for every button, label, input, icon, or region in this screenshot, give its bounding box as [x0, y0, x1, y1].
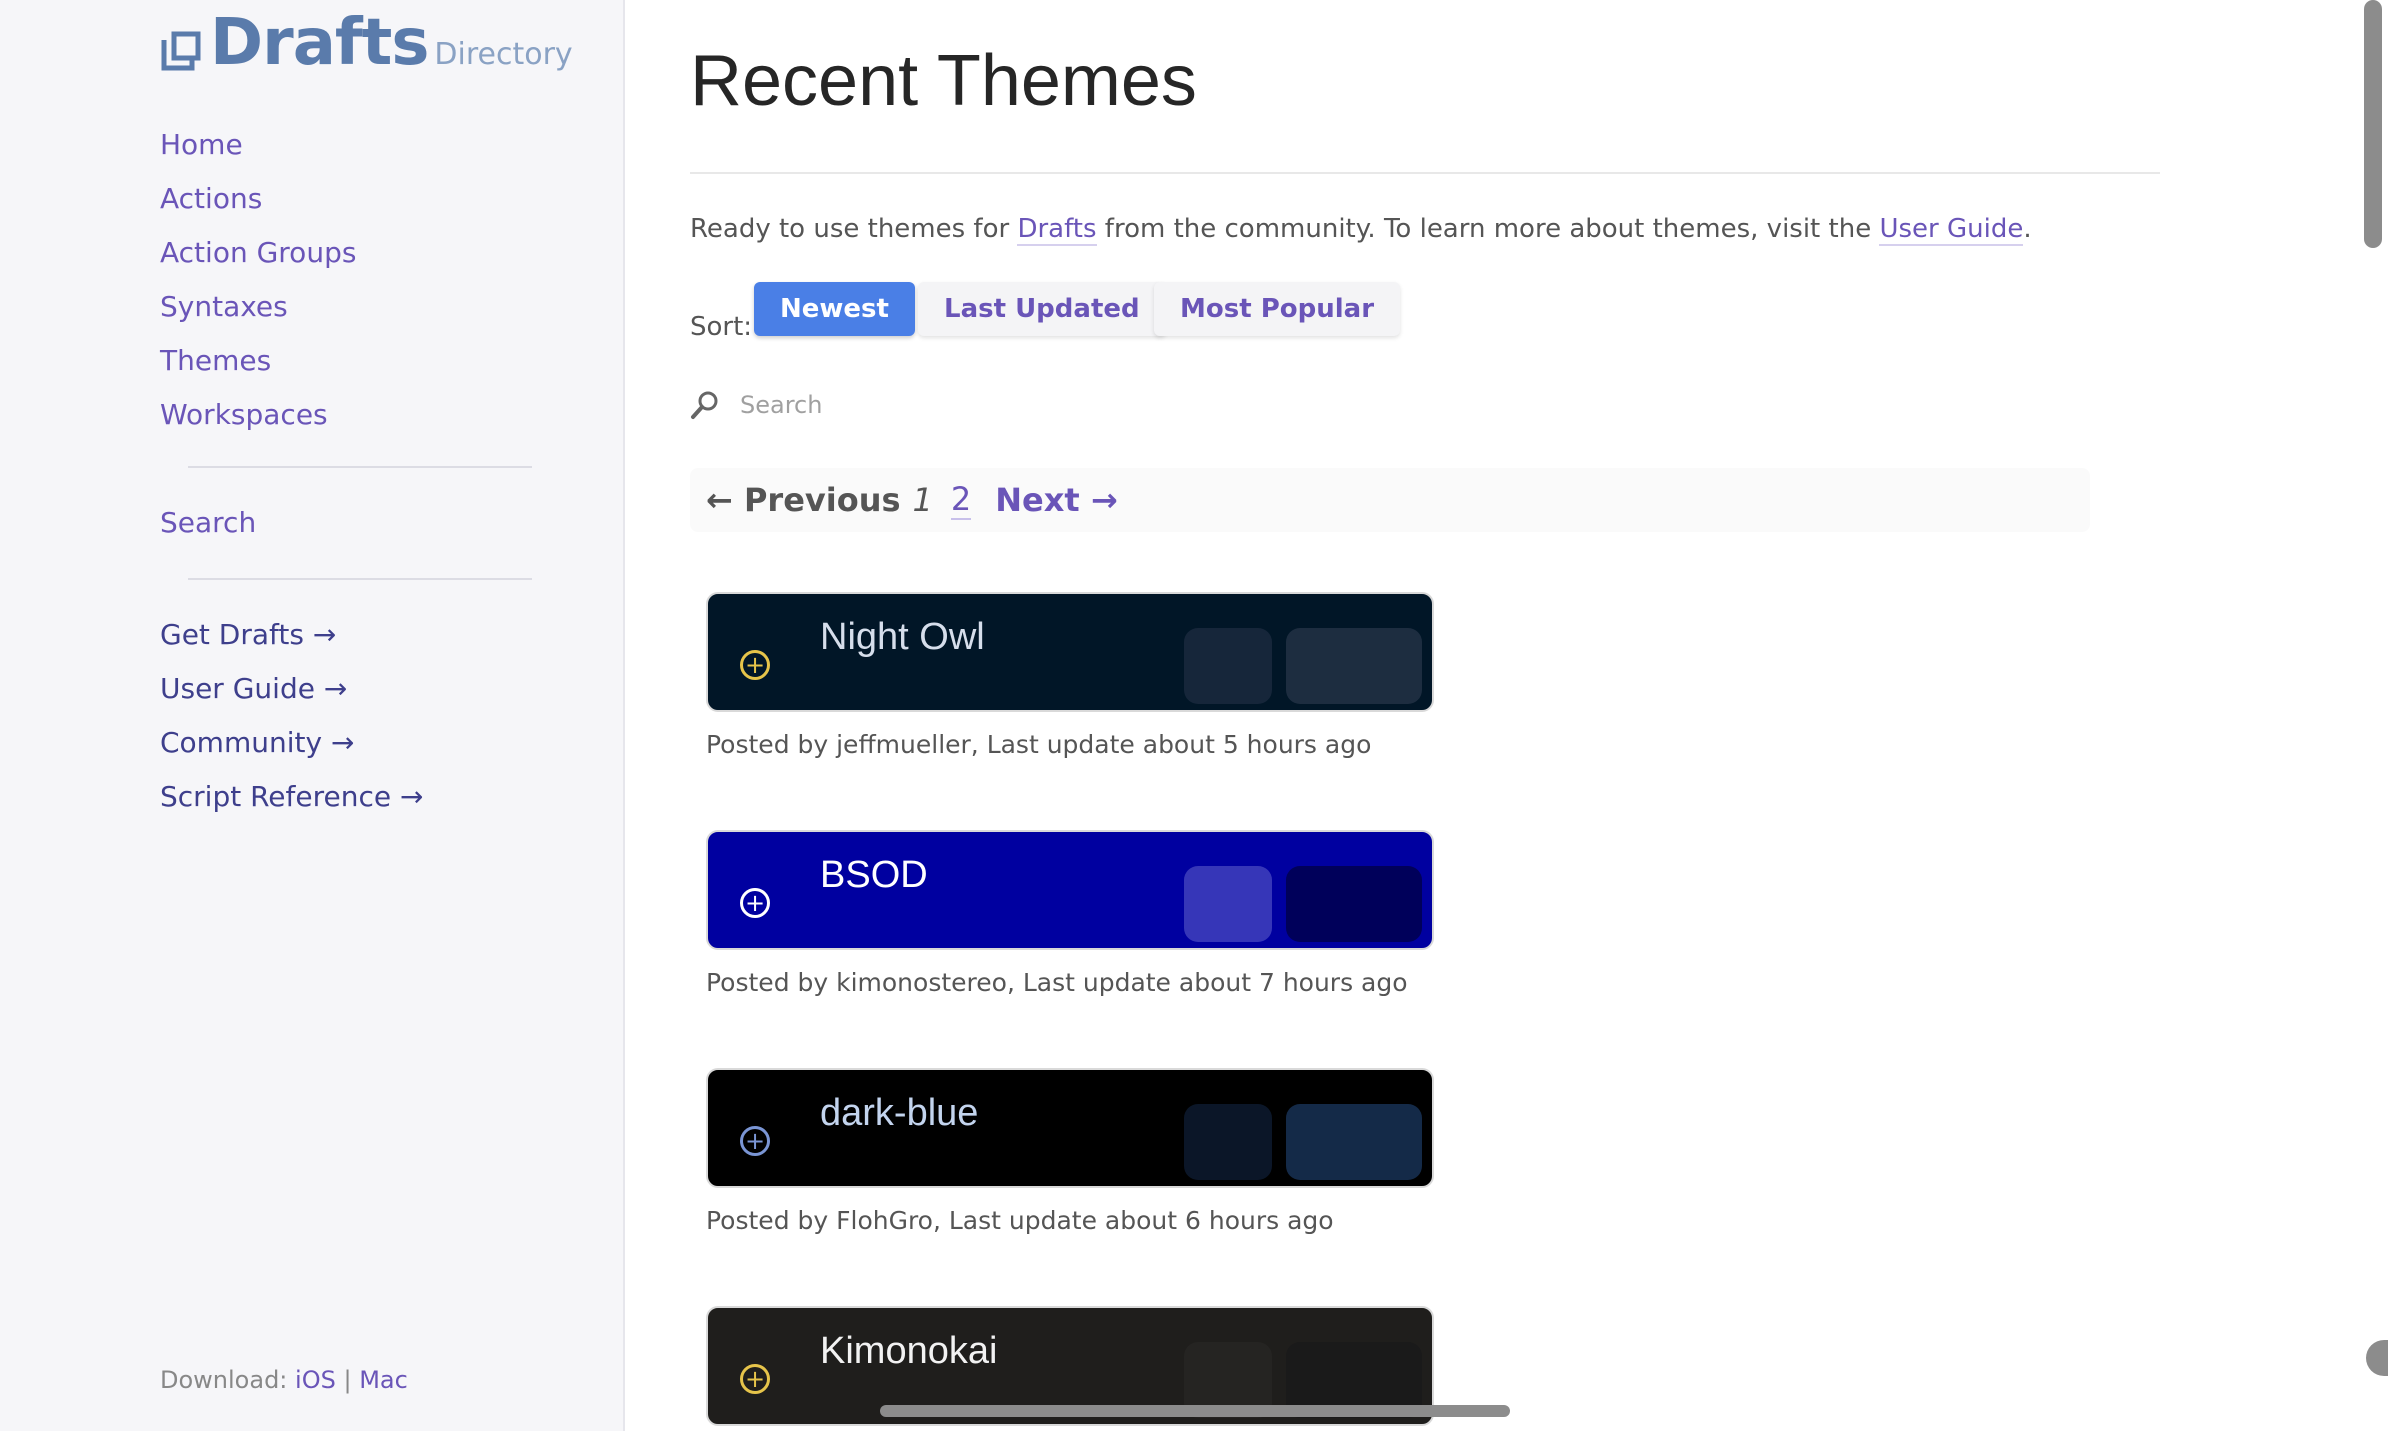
theme-name: Night Owl: [820, 616, 985, 658]
nav-divider: [188, 466, 532, 468]
primary-nav: Home Actions Action Groups Syntaxes Them…: [160, 118, 356, 442]
theme-name: Kimonokai: [820, 1330, 998, 1372]
nav-action-groups[interactable]: Action Groups: [160, 226, 356, 280]
logo-wordmark: Drafts: [210, 6, 429, 80]
download-links: Download: iOS | Mac: [160, 1366, 408, 1394]
sort-last-updated-button[interactable]: Last Updated: [918, 282, 1166, 336]
user-guide-link[interactable]: User Guide: [1879, 214, 2024, 246]
theme-card[interactable]: + BSOD: [706, 830, 1434, 950]
vertical-scrollbar[interactable]: [2364, 0, 2382, 248]
scroll-handle[interactable]: [2366, 1340, 2388, 1376]
theme-swatch: [1184, 628, 1272, 704]
drafts-link[interactable]: Drafts: [1017, 214, 1097, 246]
drafts-logo[interactable]: Drafts Directory: [160, 6, 573, 80]
add-theme-icon[interactable]: +: [740, 1126, 770, 1156]
nav-user-guide[interactable]: User Guide →: [160, 662, 423, 716]
sort-newest-button[interactable]: Newest: [754, 282, 915, 336]
nav-home[interactable]: Home: [160, 118, 356, 172]
theme-meta: Posted by jeffmueller, Last update about…: [706, 730, 1372, 759]
intro-text-part: .: [2023, 214, 2032, 244]
theme-swatch: [1286, 866, 1422, 942]
theme-meta: Posted by FlohGro, Last update about 6 h…: [706, 1206, 1334, 1235]
sidebar: Drafts Directory Home Actions Action Gro…: [0, 0, 625, 1431]
nav-actions[interactable]: Actions: [160, 172, 356, 226]
nav-divider: [188, 578, 532, 580]
nav-themes[interactable]: Themes: [160, 334, 356, 388]
download-label: Download:: [160, 1366, 288, 1394]
download-mac-link[interactable]: Mac: [359, 1366, 408, 1394]
add-theme-icon[interactable]: +: [740, 650, 770, 680]
pager-current-page: 1: [912, 481, 933, 519]
search-icon: [690, 390, 720, 420]
nav-get-drafts[interactable]: Get Drafts →: [160, 608, 423, 662]
nav-search[interactable]: Search: [160, 496, 256, 550]
theme-swatch: [1286, 1104, 1422, 1180]
theme-item: + BSOD Posted by kimonostereo, Last upda…: [706, 830, 1434, 997]
nav-syntaxes[interactable]: Syntaxes: [160, 280, 356, 334]
theme-name: BSOD: [820, 854, 928, 896]
theme-swatch: [1184, 1104, 1272, 1180]
search-nav: Search: [160, 496, 256, 550]
pagination: ← Previous 1 2 Next →: [690, 468, 2090, 532]
theme-item: + Night Owl Posted by jeffmueller, Last …: [706, 592, 1434, 759]
external-nav: Get Drafts → User Guide → Community → Sc…: [160, 608, 423, 824]
nav-community[interactable]: Community →: [160, 716, 423, 770]
pager-previous[interactable]: ← Previous: [706, 481, 901, 519]
search-bar: [690, 390, 1240, 420]
nav-script-reference[interactable]: Script Reference →: [160, 770, 423, 824]
nav-workspaces[interactable]: Workspaces: [160, 388, 356, 442]
logo-subtitle: Directory: [434, 37, 573, 72]
theme-item: + dark-blue Posted by FlohGro, Last upda…: [706, 1068, 1434, 1235]
add-theme-icon[interactable]: +: [740, 1364, 770, 1394]
theme-name: dark-blue: [820, 1092, 979, 1134]
intro-text: Ready to use themes for Drafts from the …: [690, 214, 2032, 246]
search-input[interactable]: [740, 391, 1240, 419]
page-title: Recent Themes: [690, 41, 1197, 121]
pager-next[interactable]: Next →: [995, 481, 1117, 519]
theme-meta: Posted by kimonostereo, Last update abou…: [706, 968, 1408, 997]
sort-most-popular-button[interactable]: Most Popular: [1154, 282, 1401, 336]
download-separator: |: [343, 1366, 352, 1394]
drafts-logo-icon: [160, 30, 202, 72]
download-ios-link[interactable]: iOS: [295, 1366, 336, 1394]
theme-card[interactable]: + Night Owl: [706, 592, 1434, 712]
pager-page-2[interactable]: 2: [950, 480, 972, 520]
horizontal-scrollbar[interactable]: [880, 1405, 1510, 1417]
sort-label: Sort:: [690, 312, 753, 342]
theme-swatch: [1286, 628, 1422, 704]
intro-text-part: from the community. To learn more about …: [1096, 214, 1880, 244]
add-theme-icon[interactable]: +: [740, 888, 770, 918]
theme-swatch: [1184, 866, 1272, 942]
intro-text-part: Ready to use themes for: [690, 214, 1018, 244]
theme-card[interactable]: + dark-blue: [706, 1068, 1434, 1188]
title-divider: [690, 172, 2160, 174]
